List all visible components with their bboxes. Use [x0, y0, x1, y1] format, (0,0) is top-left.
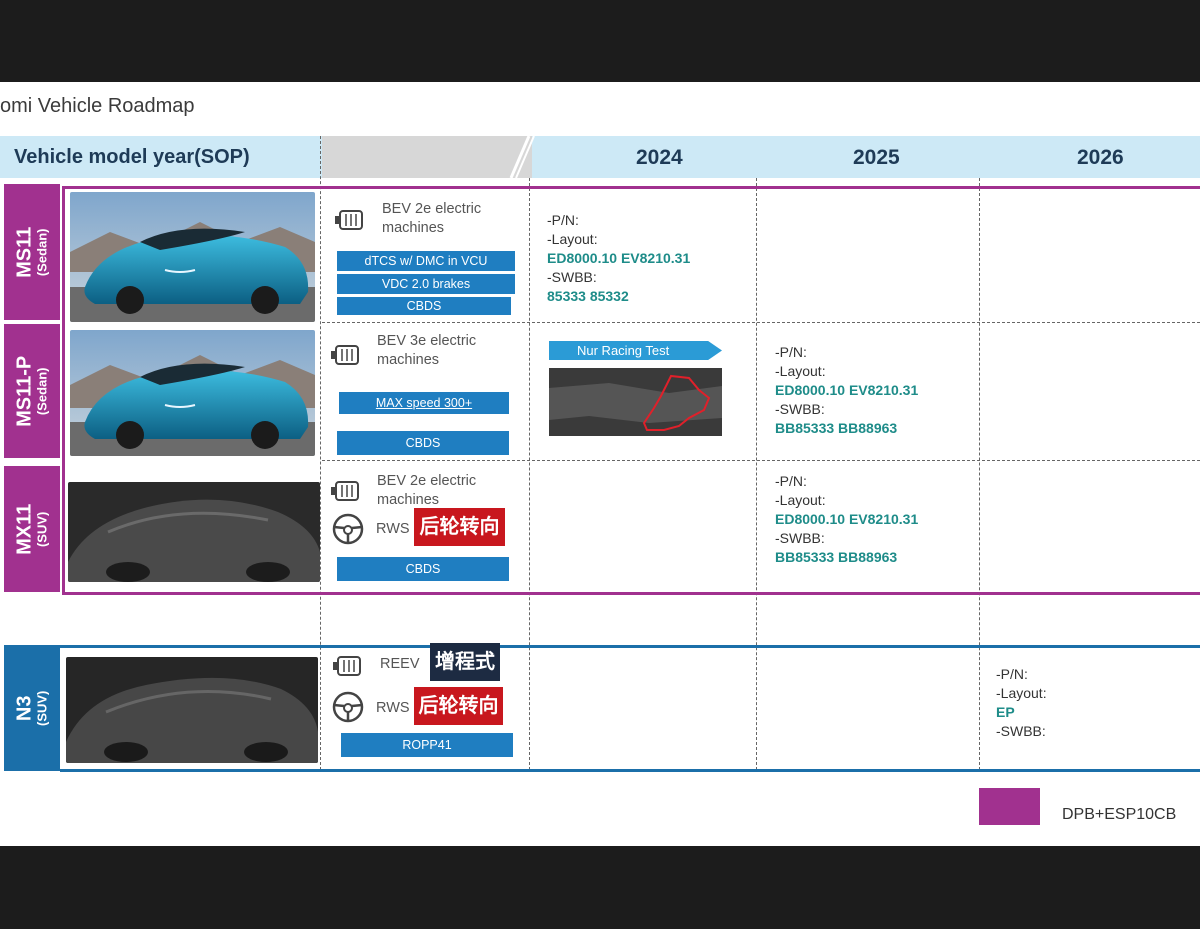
legend-label: DPB+ESP10CB: [1062, 806, 1177, 823]
powertrain-text: BEV 2e electric machines: [377, 473, 477, 508]
layout-value: ED8000.10 EV8210.31: [775, 511, 919, 527]
motor-icon: [334, 208, 368, 232]
swbb-value: 85333 85332: [547, 288, 629, 304]
feature-box: CBDS: [336, 296, 512, 316]
swbb-value: BB85333 BB88963: [775, 420, 898, 436]
year-2025: 2025: [853, 146, 900, 169]
feature-box: VDC 2.0 brakes: [336, 273, 516, 295]
info-block-n3: -P/N: -Layout: EP -SWBB:: [996, 665, 1047, 741]
grid-line: [756, 178, 757, 770]
swbb-label: -SWBB:: [775, 401, 825, 417]
feature-box: CBDS: [336, 556, 510, 582]
feature-box: ROPP41: [340, 732, 514, 758]
group-border: [62, 186, 65, 595]
steering-wheel-icon: [331, 512, 365, 546]
group-border: [62, 186, 1200, 189]
pn-label: -P/N:: [775, 473, 807, 489]
motor-icon: [330, 479, 364, 503]
feature-box: dTCS w/ DMC in VCU: [336, 250, 516, 272]
group-border: [62, 592, 1200, 595]
rws-tag: 后轮转向: [414, 508, 505, 546]
motor-icon: [330, 343, 364, 367]
row-name: MX11: [13, 503, 36, 555]
grid-line: [322, 460, 1200, 461]
powertrain-text: BEV 3e electric machines: [377, 333, 477, 368]
row-name: MS11-P: [13, 355, 36, 427]
swbb-label: -SWBB:: [996, 723, 1046, 739]
swbb-value: BB85333 BB88963: [775, 549, 898, 565]
row-type: (SUV): [34, 690, 50, 726]
row-label-ms11: MS11 (Sedan): [4, 184, 60, 320]
feature-box: CBDS: [336, 430, 510, 456]
steering-wheel-icon: [331, 690, 365, 724]
powertrain-text: REEV: [380, 656, 420, 672]
frame-edge: [897, 68, 1200, 82]
pn-label: -P/N:: [547, 212, 579, 228]
frame-edge: [0, 68, 302, 82]
grid-line: [320, 136, 321, 770]
layout-label: -Layout:: [775, 492, 826, 508]
layout-value: ED8000.10 EV8210.31: [775, 382, 919, 398]
track-map-image: [549, 368, 722, 436]
pn-label: -P/N:: [996, 666, 1028, 682]
layout-label: -Layout:: [775, 363, 826, 379]
car-photo-ms11-p: [70, 330, 315, 456]
page-title: omi Vehicle Roadmap: [0, 95, 195, 117]
legend-swatch: [979, 788, 1040, 825]
row-type: (SUV): [34, 511, 50, 547]
year-2024: 2024: [636, 146, 683, 169]
layout-label: -Layout:: [996, 685, 1047, 701]
racing-tag: Nur Racing Test: [549, 341, 722, 360]
row-name: MS11: [13, 226, 36, 278]
layout-value: EP: [996, 704, 1015, 720]
group-border: [60, 645, 1200, 648]
pn-label: -P/N:: [775, 344, 807, 360]
rws-label: RWS: [376, 700, 410, 716]
rws-tag: 后轮转向: [414, 687, 503, 725]
row-label-mx11: MX11 (SUV): [4, 466, 60, 592]
reev-tag: 增程式: [430, 643, 500, 681]
motor-icon: [332, 654, 366, 678]
header-label: Vehicle model year(SOP): [14, 146, 250, 168]
powertrain-text: BEV 2e electric machines: [382, 201, 482, 236]
frame-edge: [0, 846, 302, 860]
group-border: [60, 769, 1200, 772]
grid-line: [529, 178, 530, 770]
info-block-ms11-p: -P/N: -Layout: ED8000.10 EV8210.31 -SWBB…: [775, 343, 918, 438]
grid-line: [979, 178, 980, 770]
row-type: (Sedan): [34, 228, 50, 276]
info-block-ms11: -P/N: -Layout: ED8000.10 EV8210.31 -SWBB…: [547, 211, 690, 306]
header-gray-cell: [322, 136, 532, 178]
grid-line: [322, 322, 1200, 323]
row-name: N3: [13, 695, 36, 721]
frame-edge: [897, 846, 1200, 860]
row-type: (Sedan): [34, 367, 50, 415]
layout-label: -Layout:: [547, 231, 598, 247]
swbb-label: -SWBB:: [775, 530, 825, 546]
car-photo-n3: [66, 657, 318, 763]
row-label-n3: N3 (SUV): [4, 645, 60, 771]
layout-value: ED8000.10 EV8210.31: [547, 250, 691, 266]
swbb-label: -SWBB:: [547, 269, 597, 285]
info-block-mx11: -P/N: -Layout: ED8000.10 EV8210.31 -SWBB…: [775, 472, 918, 567]
car-photo-mx11: [68, 482, 320, 582]
feature-box: MAX speed 300+: [338, 391, 510, 415]
header-slash-divider: [509, 136, 535, 178]
year-2026: 2026: [1077, 146, 1124, 169]
rws-label: RWS: [376, 521, 410, 537]
car-photo-ms11: [70, 192, 315, 322]
row-label-ms11-p: MS11-P (Sedan): [4, 324, 60, 458]
